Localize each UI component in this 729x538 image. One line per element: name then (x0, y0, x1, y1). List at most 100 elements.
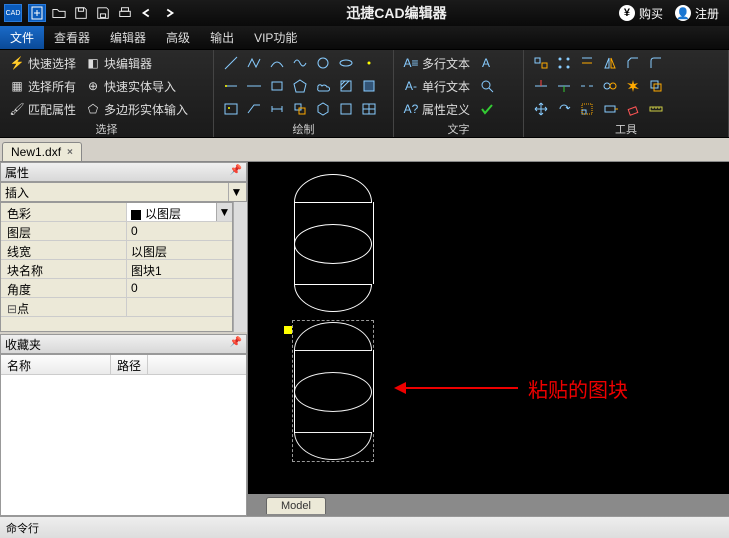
pin-icon[interactable]: 📌 (230, 337, 242, 348)
lineweight-value[interactable]: 以图层 (127, 241, 232, 259)
spline-tool[interactable] (289, 52, 311, 74)
new-doc-button[interactable] (28, 4, 46, 22)
select-all-cmd[interactable]: ▦选择所有 (6, 75, 80, 97)
menu-viewer[interactable]: 查看器 (44, 26, 100, 49)
menu-file[interactable]: 文件 (0, 26, 44, 49)
ray-tool[interactable] (220, 75, 242, 97)
insert-tool[interactable] (289, 98, 311, 120)
pasted-block[interactable] (294, 336, 374, 448)
command-line[interactable]: 命令行 (0, 516, 729, 538)
attdef-cmd[interactable]: A?属性定义 (400, 98, 474, 120)
quick-import-cmd[interactable]: ⊕快速实体导入 (82, 75, 192, 97)
erase-tool[interactable] (622, 98, 644, 120)
buy-button[interactable]: ¥购买 (619, 5, 663, 22)
mtext-cmd[interactable]: A≡多行文本 (400, 52, 474, 74)
wipeout-tool[interactable] (335, 98, 357, 120)
app-logo: CAD (4, 4, 22, 22)
polygon-tool[interactable] (289, 75, 311, 97)
text-style-tool[interactable]: A (476, 52, 498, 74)
saveas-button[interactable] (94, 4, 112, 22)
col-path[interactable]: 路径 (111, 355, 148, 374)
quick-select-cmd[interactable]: ⚡快速选择 (6, 52, 80, 74)
align-tool[interactable] (530, 52, 552, 74)
angle-value[interactable]: 0 (127, 279, 232, 297)
text-spell-tool[interactable] (476, 98, 498, 120)
save-button[interactable] (72, 4, 90, 22)
svg-text:A: A (482, 56, 490, 70)
annotation-text: 粘贴的图块 (528, 374, 628, 403)
break-tool[interactable] (576, 75, 598, 97)
extend-tool[interactable] (553, 75, 575, 97)
region-tool[interactable] (358, 75, 380, 97)
grip-handle[interactable] (284, 326, 292, 334)
favorites-list: 名称路径 (0, 354, 247, 516)
blockname-value[interactable]: 图块1 (127, 260, 232, 278)
insert-category-header[interactable]: 插入▼ (0, 182, 247, 202)
leader-tool[interactable] (243, 98, 265, 120)
stretch-tool[interactable] (599, 98, 621, 120)
register-button[interactable]: 👤注册 (675, 5, 719, 22)
annotation-arrow (398, 387, 518, 389)
drawing-canvas[interactable]: 粘贴的图块 Model (248, 162, 729, 516)
open-button[interactable] (50, 4, 68, 22)
block-editor-cmd[interactable]: ◧块编辑器 (82, 52, 192, 74)
favorites-panel-header: 收藏夹📌 (0, 334, 247, 354)
color-swatch (131, 210, 141, 220)
explode-tool[interactable] (622, 75, 644, 97)
chevron-down-icon[interactable]: ▼ (228, 183, 244, 201)
original-block[interactable] (294, 188, 374, 300)
polyline-tool[interactable] (243, 52, 265, 74)
match-prop-cmd[interactable]: 🖌匹配属性 (6, 98, 80, 120)
image-tool[interactable] (220, 98, 242, 120)
menu-editor[interactable]: 编辑器 (100, 26, 156, 49)
layer-value[interactable]: 0 (127, 222, 232, 240)
pin-icon[interactable]: 📌 (230, 165, 242, 176)
trim-tool[interactable] (530, 75, 552, 97)
poly-input-cmd[interactable]: ⬠多边形实体输入 (82, 98, 192, 120)
cloud-tool[interactable] (312, 75, 334, 97)
doc-tab[interactable]: New1.dxf× (2, 142, 82, 161)
copy-tool[interactable] (645, 75, 667, 97)
scale-tool[interactable] (576, 98, 598, 120)
text-find-tool[interactable] (476, 75, 498, 97)
array-tool[interactable] (553, 52, 575, 74)
join-tool[interactable] (599, 75, 621, 97)
ellipse-tool[interactable] (335, 52, 357, 74)
measure-tool[interactable] (645, 98, 667, 120)
group-select-label: 选择 (6, 121, 207, 137)
group-text-label: 文字 (400, 121, 517, 137)
props-scrollbar[interactable] (233, 202, 247, 332)
print-button[interactable] (116, 4, 134, 22)
xline-tool[interactable] (243, 75, 265, 97)
props-panel-header: 属性📌 (0, 162, 247, 182)
group-draw-label: 绘制 (220, 121, 387, 137)
stext-cmd[interactable]: A-单行文本 (400, 75, 474, 97)
fillet-tool[interactable] (645, 52, 667, 74)
app-title: 迅捷CAD编辑器 (180, 3, 613, 23)
group-tools-label: 工具 (530, 121, 722, 137)
point-tool[interactable] (358, 52, 380, 74)
chamfer-tool[interactable] (622, 52, 644, 74)
color-dropdown[interactable]: ▼ (216, 203, 232, 221)
move-tool[interactable] (530, 98, 552, 120)
arc-tool[interactable] (266, 52, 288, 74)
model-space-tab[interactable]: Model (266, 497, 326, 514)
dim-tool[interactable] (266, 98, 288, 120)
col-name[interactable]: 名称 (1, 355, 111, 374)
hatch-tool[interactable] (335, 75, 357, 97)
menu-advanced[interactable]: 高级 (156, 26, 200, 49)
menu-output[interactable]: 输出 (200, 26, 244, 49)
rotate-tool[interactable] (553, 98, 575, 120)
mirror-tool[interactable] (599, 52, 621, 74)
face3d-tool[interactable] (312, 98, 334, 120)
rect-tool[interactable] (266, 75, 288, 97)
undo-button[interactable] (138, 4, 156, 22)
expand-icon[interactable]: ⊟ (7, 302, 17, 316)
menu-vip[interactable]: VIP功能 (244, 26, 307, 49)
offset-tool[interactable] (576, 52, 598, 74)
close-tab-icon[interactable]: × (67, 147, 73, 158)
circle-tool[interactable] (312, 52, 334, 74)
line-tool[interactable] (220, 52, 242, 74)
table-tool[interactable] (358, 98, 380, 120)
redo-button[interactable] (160, 4, 178, 22)
